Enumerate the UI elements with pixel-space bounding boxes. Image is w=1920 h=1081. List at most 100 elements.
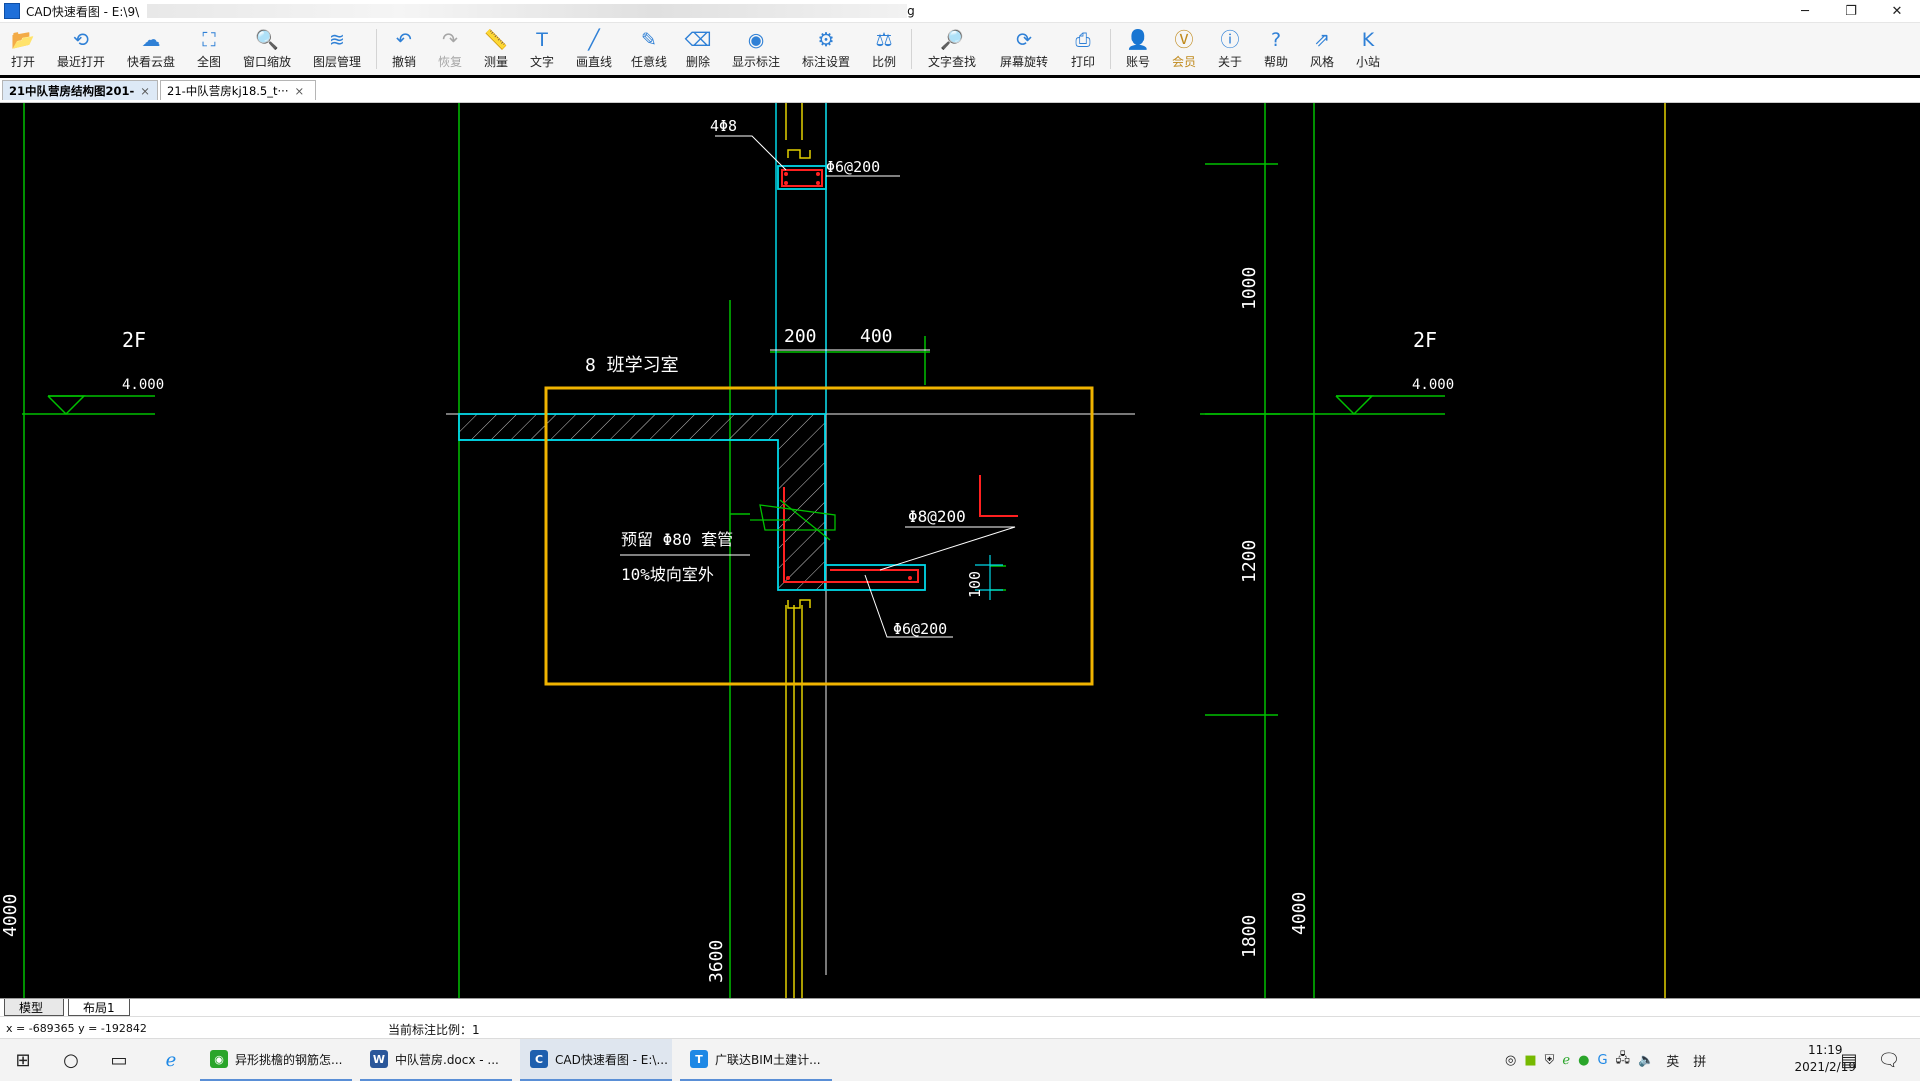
toolbar-button-16[interactable]: 🔎 文字查找 xyxy=(916,23,988,75)
history-icon: ⟲ xyxy=(73,28,89,51)
ime-mode-indicator[interactable]: 拼 xyxy=(1693,1051,1706,1070)
folder-open-icon: 📂 xyxy=(11,28,35,51)
help-icon: ? xyxy=(1270,28,1282,51)
taskbar-app-label: 中队营房.docx - ... xyxy=(395,1052,499,1067)
user-icon: 👤 xyxy=(1126,28,1150,51)
toolbar-button-22[interactable]: ? 帮助 xyxy=(1253,23,1299,75)
toolbar-button-label: 会员 xyxy=(1171,55,1196,69)
toolbar-button-15[interactable]: ⚖ 比例 xyxy=(861,23,907,75)
cloud-icon: ☁ xyxy=(141,28,161,51)
tab-model[interactable]: 模型 xyxy=(4,999,64,1016)
windows-taskbar: ⊞ ○ ▭ ℯ ◉ 异形挑檐的钢筋怎... W 中队营房.docx - ... C CAD… xyxy=(0,1038,1920,1081)
toolbar-separator xyxy=(911,29,912,69)
action-center-icon[interactable]: 🗨 xyxy=(1874,1039,1904,1081)
toolbar-button-4[interactable]: 🔍 窗口缩放 xyxy=(232,23,302,75)
toolbar-button-1[interactable]: ⟲ 最近打开 xyxy=(46,23,116,75)
drawing-canvas[interactable]: 2F 4.000 2F 4.000 4Φ8 Φ6@200 200 400 8 班… xyxy=(0,103,1920,998)
toolbar-button-label: 任意线 xyxy=(630,55,667,69)
network-icon[interactable]: 🖧 xyxy=(1616,1049,1631,1071)
eye-icon: ◉ xyxy=(747,28,765,51)
freehand-icon: ✎ xyxy=(641,28,657,51)
toolbar-button-label: 图层管理 xyxy=(312,55,361,69)
title-bar: CAD快速看图 - E:\9\ g ─ ❐ ✕ xyxy=(0,0,1920,23)
toolbar-button-3[interactable]: ⛶ 全图 xyxy=(186,23,232,75)
maximize-button[interactable]: ❐ xyxy=(1828,0,1874,22)
google-icon[interactable]: G xyxy=(1597,1053,1607,1068)
notes-icon[interactable]: ▤ xyxy=(1836,1039,1862,1081)
start-icon[interactable]: ⊞ xyxy=(8,1039,38,1081)
toolbar-button-2[interactable]: ☁ 快看云盘 xyxy=(116,23,186,75)
toolbar-button-label: 撤销 xyxy=(391,55,416,69)
station-icon: K xyxy=(1361,28,1375,51)
toolbar-button-19[interactable]: 👤 账号 xyxy=(1115,23,1161,75)
toolbar-button-11[interactable]: ✎ 任意线 xyxy=(623,23,675,75)
toolbar-button-10[interactable]: ╱ 画直线 xyxy=(565,23,623,75)
tab-close-icon[interactable]: × xyxy=(140,84,150,98)
tab-close-icon[interactable]: × xyxy=(294,84,304,98)
toolbar-button-12[interactable]: ⌫ 删除 xyxy=(675,23,721,75)
line-icon: ╱ xyxy=(588,28,600,51)
tray-app-icon[interactable]: ◎ xyxy=(1505,1053,1516,1068)
toolbar-button-label: 标注设置 xyxy=(801,55,850,69)
ruler-icon: 📏 xyxy=(484,28,508,51)
taskbar-app-1[interactable]: W 中队营房.docx - ... xyxy=(360,1039,512,1081)
toolbar-button-23[interactable]: ⇗ 风格 xyxy=(1299,23,1345,75)
elevation-marker-right xyxy=(1335,395,1445,416)
elevation-label-left: 4.000 xyxy=(122,377,164,393)
dim-3600-label: 3600 xyxy=(706,940,727,983)
close-button[interactable]: ✕ xyxy=(1874,0,1920,22)
toolbar-button-24[interactable]: K 小站 xyxy=(1345,23,1391,75)
dim-1800-label: 1800 xyxy=(1239,915,1260,958)
tab-layout1[interactable]: 布局1 xyxy=(68,999,130,1016)
toolbar-button-label: 打印 xyxy=(1070,55,1095,69)
tab-kj-drawing[interactable]: 21-中队营房kj18.5_t··· × xyxy=(160,80,316,100)
window-title: CAD快速看图 - E:\9\ xyxy=(26,4,140,19)
elevation-marker-left xyxy=(47,395,155,416)
tab-structure-drawing[interactable]: 21中队营房结构图201- × xyxy=(2,80,158,100)
task-view-icon[interactable]: ▭ xyxy=(104,1039,134,1081)
printer-icon: ⎙ xyxy=(1075,28,1091,51)
toolbar-button-label: 关于 xyxy=(1217,55,1242,69)
taskbar-app-2[interactable]: C CAD快速看图 - E:\... xyxy=(520,1039,672,1081)
minimize-button[interactable]: ─ xyxy=(1782,0,1828,22)
dim-4000-right-label: 4000 xyxy=(1289,892,1310,935)
ie-tray-icon[interactable]: ℯ xyxy=(1562,1053,1570,1068)
toolbar-button-0[interactable]: 📂 打开 xyxy=(0,23,46,75)
floor-label-left: 2F xyxy=(122,328,146,352)
text-icon: T xyxy=(536,28,548,51)
dim-100-label: 100 xyxy=(966,571,984,598)
toolbar-button-18[interactable]: ⎙ 打印 xyxy=(1060,23,1106,75)
taskbar-app-3[interactable]: T 广联达BIM土建计... xyxy=(680,1039,832,1081)
toolbar-button-8[interactable]: 📏 测量 xyxy=(473,23,519,75)
toolbar-button-14[interactable]: ⚙ 标注设置 xyxy=(791,23,861,75)
rebar-top-label: 4Φ8 xyxy=(710,117,737,135)
search-icon[interactable]: ○ xyxy=(56,1039,86,1081)
shield-icon[interactable]: ⛨ xyxy=(1545,1053,1555,1068)
window-title-end: g xyxy=(907,4,915,18)
toolbar-button-label: 显示标注 xyxy=(731,55,780,69)
toolbar-button-6[interactable]: ↶ 撤销 xyxy=(381,23,427,75)
taskbar-app-0[interactable]: ◉ 异形挑檐的钢筋怎... xyxy=(200,1039,352,1081)
toolbar-button-20[interactable]: Ⓥ 会员 xyxy=(1161,23,1207,75)
document-tabbar: 21中队营房结构图201- × 21-中队营房kj18.5_t··· × xyxy=(0,78,1920,103)
toolbar-button-5[interactable]: ≋ 图层管理 xyxy=(302,23,372,75)
toolbar-button-label: 快看云盘 xyxy=(126,55,175,69)
toolbar-button-label: 账号 xyxy=(1125,55,1150,69)
nvidia-icon[interactable]: ■ xyxy=(1524,1053,1536,1068)
toolbar-button-label: 恢复 xyxy=(437,55,462,69)
toolbar-button-17[interactable]: ⟳ 屏幕旋转 xyxy=(988,23,1060,75)
taskbar-app-label: 异形挑檐的钢筋怎... xyxy=(235,1052,343,1067)
toolbar-button-9[interactable]: T 文字 xyxy=(519,23,565,75)
toolbar-button-13[interactable]: ◉ 显示标注 xyxy=(721,23,791,75)
annotation-scale: 当前标注比例：1 xyxy=(388,1023,480,1037)
toolbar-button-label: 比例 xyxy=(871,55,896,69)
ime-indicator[interactable]: 英 xyxy=(1666,1051,1679,1070)
wechat-tray-icon[interactable]: ● xyxy=(1578,1053,1589,1068)
vip-icon: Ⓥ xyxy=(1174,28,1194,51)
app-logo-icon xyxy=(4,3,20,19)
volume-icon[interactable]: 🔈 xyxy=(1638,1053,1654,1068)
toolbar-button-label: 窗口缩放 xyxy=(242,55,291,69)
edge-browser-icon[interactable]: ℯ xyxy=(156,1039,186,1081)
toolbar-button-21[interactable]: ⓘ 关于 xyxy=(1207,23,1253,75)
toolbar-button-7[interactable]: ↷ 恢复 xyxy=(427,23,473,75)
